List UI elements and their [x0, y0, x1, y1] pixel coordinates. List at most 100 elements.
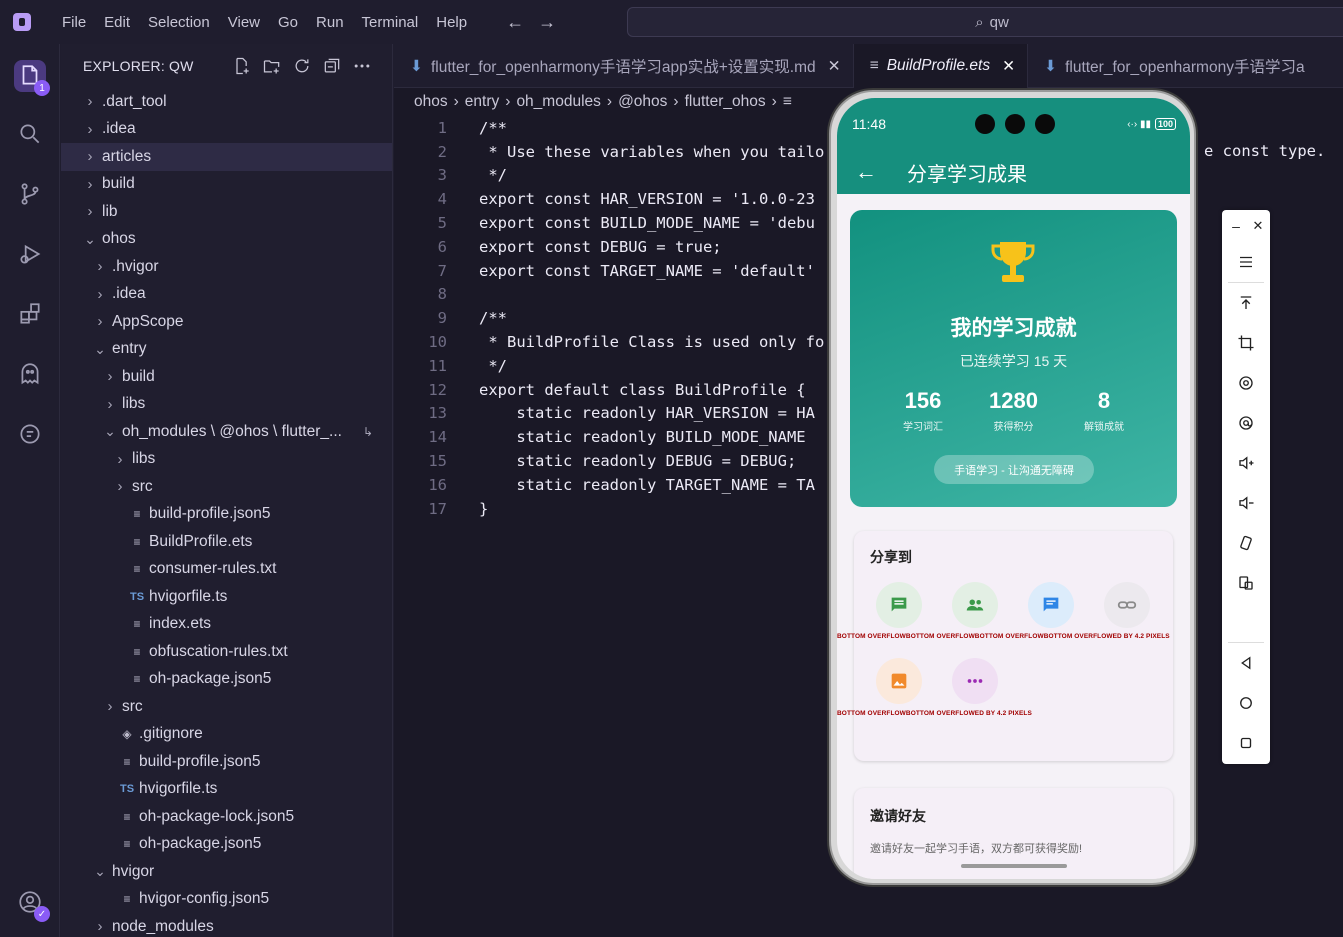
tree-file[interactable]: ≡ build-profile.json5	[61, 748, 392, 776]
nav-recents-icon[interactable]	[1234, 731, 1258, 755]
tree-file[interactable]: ≡ BuildProfile.ets	[61, 528, 392, 556]
tab-buildprofile[interactable]: ≡ BuildProfile.ets ✕	[853, 44, 1029, 88]
message-icon[interactable]	[876, 582, 922, 628]
tree-folder[interactable]: › src	[61, 473, 392, 501]
breadcrumb-item[interactable]: @ohos	[618, 93, 667, 111]
tab-markdown-1[interactable]: ⬇ flutter_for_openharmony手语学习app实战+设置实现.…	[394, 44, 854, 88]
close-icon[interactable]: ✕	[1002, 57, 1015, 76]
tree-file[interactable]: ≡ obfuscation-rules.txt	[61, 638, 392, 666]
nav-back-icon[interactable]	[1234, 651, 1258, 675]
volume-down-icon[interactable]	[1234, 491, 1258, 515]
assistant-icon[interactable]	[14, 418, 46, 450]
collapse-all-icon[interactable]	[322, 56, 342, 76]
tree-folder[interactable]: ⌄ entry	[61, 336, 392, 364]
tree-file[interactable]: TS hvigorfile.ts	[61, 583, 392, 611]
menu-help[interactable]: Help	[427, 14, 476, 31]
crop-icon[interactable]	[1234, 331, 1258, 355]
tab-bar: ⬇ flutter_for_openharmony手语学习app实战+设置实现.…	[394, 44, 1343, 88]
menu-terminal[interactable]: Terminal	[353, 14, 428, 31]
people-icon[interactable]	[952, 582, 998, 628]
tree-file[interactable]: TS hvigorfile.ts	[61, 776, 392, 804]
tree-folder[interactable]: › src	[61, 693, 392, 721]
tree-folder[interactable]: › articles	[61, 143, 392, 171]
home-indicator[interactable]	[961, 864, 1067, 868]
tree-folder[interactable]: ⌄ oh_modules \ @ohos \ flutter_... ↳	[61, 418, 392, 446]
tree-folder[interactable]: › .dart_tool	[61, 88, 392, 116]
chat-icon[interactable]	[1028, 582, 1074, 628]
run-debug-icon[interactable]	[14, 238, 46, 270]
refresh-icon[interactable]	[292, 56, 312, 76]
rotate-icon[interactable]	[1234, 371, 1258, 395]
pin-top-icon[interactable]	[1234, 291, 1258, 315]
menu-edit[interactable]: Edit	[95, 14, 139, 31]
tree-folder[interactable]: › lib	[61, 198, 392, 226]
nav-home-icon[interactable]	[1234, 691, 1258, 715]
menu-file[interactable]: File	[53, 14, 95, 31]
tree-folder[interactable]: › build	[61, 363, 392, 391]
ghost-icon[interactable]	[14, 358, 46, 390]
new-folder-icon[interactable]	[262, 56, 282, 76]
tree-folder[interactable]: › .hvigor	[61, 253, 392, 281]
breadcrumb-item[interactable]: ohos	[414, 93, 448, 111]
tree-file[interactable]: ≡ index.ets	[61, 611, 392, 639]
tree-folder[interactable]: › build	[61, 171, 392, 199]
tree-file[interactable]: ≡ hvigor-config.json5	[61, 886, 392, 914]
chevron-right-icon: ›	[87, 120, 93, 138]
search-icon[interactable]	[14, 118, 46, 150]
rotate-device-icon[interactable]	[1234, 531, 1258, 555]
tree-item-label: hvigor	[112, 862, 155, 880]
forward-arrow-icon[interactable]: →	[538, 12, 556, 33]
explorer-sidebar: EXPLORER: QW › .dart_tool › .idea › articles ›…	[61, 44, 393, 937]
tree-file[interactable]: ◈ .gitignore	[61, 721, 392, 749]
explorer-icon[interactable]: 1	[14, 60, 50, 96]
tree-folder[interactable]: › AppScope	[61, 308, 392, 336]
menu-icon[interactable]	[1234, 250, 1258, 274]
download-arrow-icon: ⬇	[410, 57, 423, 75]
typescript-icon: TS	[129, 590, 145, 603]
tree-folder[interactable]: ⌄ ohos	[61, 226, 392, 254]
extensions-icon[interactable]	[14, 298, 46, 330]
close-icon[interactable]: ✕	[1246, 214, 1270, 238]
tree-file[interactable]: ≡ oh-package.json5	[61, 831, 392, 859]
volume-up-icon[interactable]	[1234, 451, 1258, 475]
new-file-icon[interactable]	[232, 56, 252, 76]
tab-markdown-2[interactable]: ⬇ flutter_for_openharmony手语学习a	[1028, 44, 1317, 88]
breadcrumb-item[interactable]: flutter_ohos	[685, 93, 766, 111]
breadcrumb-item[interactable]: oh_modules	[516, 93, 600, 111]
account-icon[interactable]: ✓	[14, 886, 50, 922]
command-center-search[interactable]: ⌕ qw	[627, 7, 1343, 37]
close-icon[interactable]: ✕	[828, 57, 841, 76]
tree-file[interactable]: ≡ build-profile.json5	[61, 501, 392, 529]
tree-folder[interactable]: › .idea	[61, 116, 392, 144]
tree-file[interactable]: ≡ oh-package-lock.json5	[61, 803, 392, 831]
chevron-right-icon: ›	[771, 93, 777, 110]
location-icon[interactable]	[1234, 411, 1258, 435]
tree-folder[interactable]: › node_modules	[61, 913, 392, 937]
link-icon[interactable]	[1104, 582, 1150, 628]
minimize-icon[interactable]: –	[1224, 214, 1248, 238]
code-text: */	[479, 356, 507, 375]
stat-label: 获得积分	[993, 422, 1034, 433]
tree-item-label: src	[122, 697, 143, 715]
image-icon[interactable]	[876, 658, 922, 704]
tree-folder[interactable]: › .idea	[61, 281, 392, 309]
chevron-right-icon: ›	[107, 698, 113, 716]
file-lines-icon: ≡	[782, 93, 792, 110]
back-arrow-icon[interactable]: ←	[506, 12, 524, 33]
more-actions-icon[interactable]	[352, 56, 372, 76]
chevron-right-icon: ›	[453, 93, 459, 110]
menu-view[interactable]: View	[219, 14, 269, 31]
back-arrow-icon[interactable]: ←	[855, 159, 877, 185]
tree-folder[interactable]: ⌄ hvigor	[61, 858, 392, 886]
tree-folder[interactable]: › libs	[61, 391, 392, 419]
tree-file[interactable]: ≡ oh-package.json5	[61, 666, 392, 694]
tree-file[interactable]: ≡ consumer-rules.txt	[61, 556, 392, 584]
menu-go[interactable]: Go	[269, 14, 307, 31]
source-control-icon[interactable]	[14, 178, 46, 210]
menu-selection[interactable]: Selection	[139, 14, 219, 31]
screenshot-icon[interactable]	[1234, 571, 1258, 595]
more-icon[interactable]	[952, 658, 998, 704]
menu-run[interactable]: Run	[307, 14, 353, 31]
tree-folder[interactable]: › libs	[61, 446, 392, 474]
breadcrumb-item[interactable]: entry	[465, 93, 499, 111]
